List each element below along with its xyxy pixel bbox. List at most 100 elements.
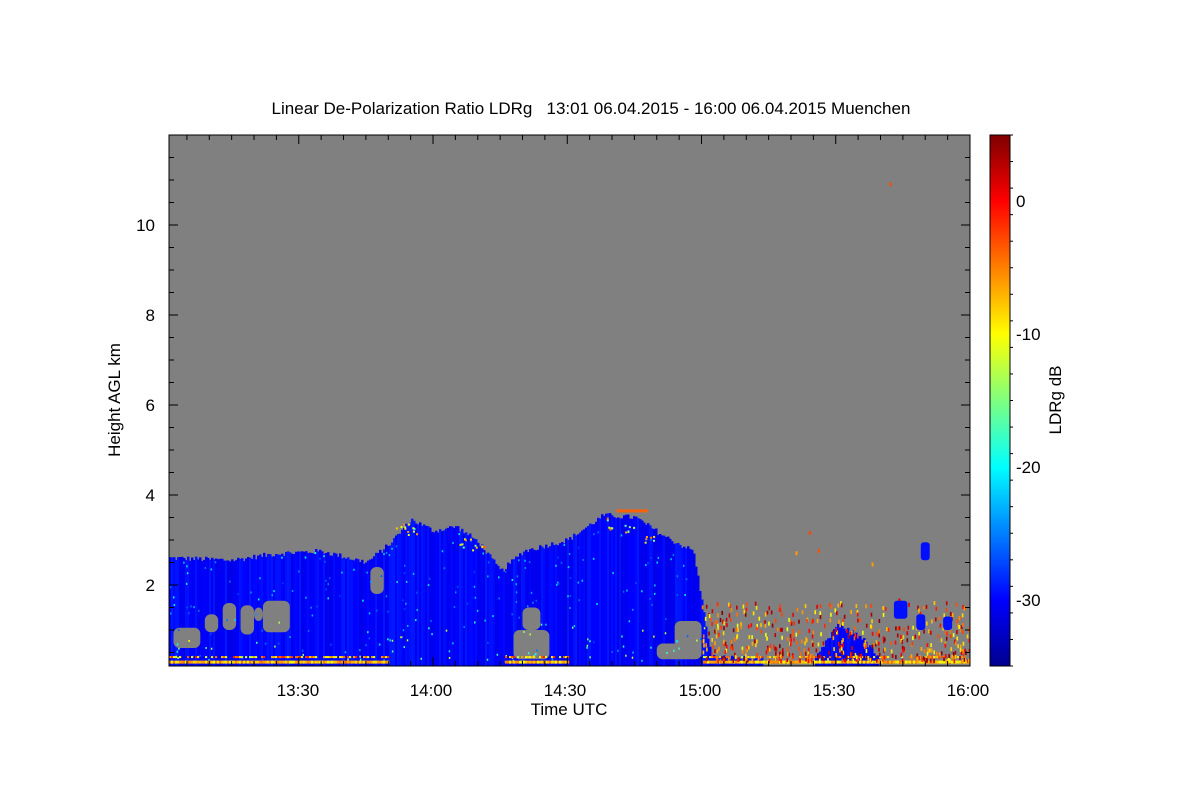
surface-speck [957, 656, 960, 659]
noise-speck [962, 604, 964, 609]
cloud-speck [703, 627, 706, 630]
noise-speck [748, 635, 751, 640]
noise-speck [930, 643, 932, 648]
noise-speck [954, 654, 957, 659]
surface-speck [867, 660, 870, 664]
noise-speck [875, 658, 878, 663]
cloud-speck [589, 640, 591, 643]
surface-speck [197, 656, 200, 659]
noise-speck [871, 619, 873, 624]
cloud-speck [473, 585, 476, 588]
noise-speck [954, 641, 957, 646]
surface-speck [339, 656, 342, 659]
noise-speck [871, 644, 874, 649]
surface-speck [369, 660, 372, 664]
surface-speck [269, 660, 272, 664]
cloud-top-speck [618, 509, 621, 513]
noise-speck [765, 650, 768, 655]
noise-speck [954, 650, 957, 655]
cloud-speck [593, 641, 595, 644]
noise-speck [790, 638, 792, 643]
noise-speck [779, 644, 781, 649]
cloud-speck [359, 655, 361, 658]
surface-speck [233, 660, 236, 664]
cloud-speck [405, 580, 408, 583]
surface-speck [375, 660, 378, 664]
noise-speck [743, 657, 746, 662]
noise-speck [819, 604, 822, 609]
cloud-speck [186, 572, 189, 575]
noise-speck [918, 635, 921, 640]
noise-speck [878, 633, 880, 638]
surface-speck [939, 660, 942, 664]
noise-speck [842, 621, 844, 626]
cloud-speck [281, 556, 283, 559]
cloud-top-speck [634, 509, 637, 513]
cloud-speck [682, 564, 685, 567]
surface-speck [287, 656, 290, 659]
cloud-speck [654, 584, 656, 587]
surface-speck [327, 656, 330, 659]
cloud-patch [943, 616, 953, 630]
noise-speck [725, 617, 728, 622]
surface-speck [825, 660, 828, 664]
cloud-speck [545, 623, 547, 626]
cloud-speck [278, 621, 280, 624]
noise-speck [747, 645, 750, 650]
noise-speck [840, 646, 843, 651]
surface-speck [777, 660, 780, 664]
surface-speck [769, 656, 772, 659]
noise-speck [903, 627, 905, 632]
surface-speck [719, 656, 722, 659]
cloud-speck [387, 610, 389, 613]
noise-speck [754, 601, 757, 606]
cloud-top-speck [400, 526, 403, 529]
surface-speck [265, 660, 268, 664]
surface-speck [349, 656, 352, 659]
surface-speck [553, 660, 556, 664]
surface-speck [279, 656, 282, 659]
noise-speck [702, 639, 705, 644]
noise-speck [812, 618, 815, 623]
cloud-speck [557, 582, 560, 585]
surface-speck [261, 656, 264, 659]
noise-speck [811, 634, 814, 639]
cloud-top-speck [650, 536, 653, 539]
surface-speck [183, 660, 186, 664]
surface-speck [365, 656, 368, 659]
cloud-speck [492, 615, 494, 618]
surface-speck [255, 660, 258, 664]
noise-speck [940, 638, 943, 643]
colorbar-tick-label-minus30: -30 [1016, 591, 1041, 610]
surface-speck [837, 656, 840, 659]
surface-speck [515, 660, 518, 664]
surface-speck [505, 660, 508, 664]
surface-speck [331, 660, 334, 664]
surface-speck [287, 660, 290, 664]
noise-speck [714, 629, 716, 634]
surface-speck [559, 656, 562, 659]
noise-speck [877, 641, 880, 646]
cloud-speck [327, 597, 329, 600]
noise-speck [745, 607, 748, 612]
noise-speck [743, 609, 746, 614]
surface-speck [307, 660, 310, 664]
surface-speck [895, 660, 898, 664]
noise-speck [721, 610, 724, 615]
surface-speck [243, 660, 246, 664]
surface-speck [315, 660, 318, 664]
noise-speck [870, 612, 873, 617]
cloud-speck [511, 613, 513, 616]
noise-speck [822, 641, 825, 646]
surface-speck [529, 656, 532, 659]
noise-speck [945, 636, 948, 641]
noise-speck [820, 632, 822, 637]
cloud-top-speck [413, 528, 416, 531]
cloud-speck [581, 579, 584, 582]
noise-speck [782, 652, 784, 657]
cloud-speck [620, 534, 623, 537]
noise-speck [914, 634, 917, 639]
cloud-top-speck [459, 543, 462, 546]
surface-speck [277, 660, 280, 664]
cloud-speck [170, 612, 172, 615]
